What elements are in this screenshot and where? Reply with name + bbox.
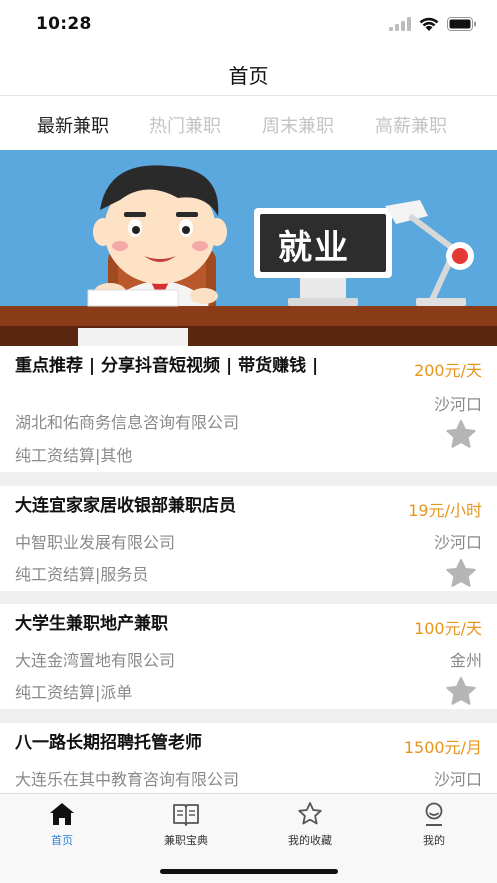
tabbar-label: 首页	[51, 834, 73, 847]
job-company: 大连金湾置地有限公司	[15, 651, 176, 670]
battery-icon	[447, 17, 476, 31]
job-location: 沙河口	[433, 770, 482, 789]
job-location: 沙河口	[433, 533, 482, 552]
page-title: 首页	[228, 64, 269, 88]
tab-weekend[interactable]: 周末兼职	[262, 112, 334, 138]
tab-hot[interactable]: 热门兼职	[149, 112, 221, 138]
job-tags: 纯工资结算|派单	[15, 683, 133, 702]
status-icons	[389, 16, 477, 32]
job-list[interactable]: 重点推荐 | 分享抖音短视频 | 带货赚钱 | 200元/天 湖北和佑商务信息咨…	[0, 346, 497, 793]
tabbar-home[interactable]: 首页	[0, 794, 124, 854]
job-company: 中智职业发展有限公司	[15, 533, 176, 552]
job-location: 金州	[449, 651, 482, 670]
wifi-icon	[419, 17, 439, 31]
favorite-star-icon[interactable]	[444, 418, 478, 452]
status-bar: 10:28	[0, 0, 497, 48]
signal-icon	[389, 17, 411, 31]
tab-latest[interactable]: 最新兼职	[37, 112, 109, 138]
job-salary: 100元/天	[414, 619, 482, 638]
tabbar-label: 我的收藏	[288, 834, 332, 847]
job-company: 湖北和佑商务信息咨询有限公司	[15, 413, 240, 432]
job-title: 大学生兼职地产兼职	[15, 614, 168, 634]
job-title: 大连宜家家居收银部兼职店员	[15, 496, 236, 516]
job-title: 重点推荐 | 分享抖音短视频 | 带货赚钱 |	[15, 356, 319, 376]
job-salary: 19元/小时	[408, 501, 482, 520]
book-icon	[173, 804, 199, 826]
tabbar-label: 兼职宝典	[164, 834, 208, 847]
job-title: 八一路长期招聘托管老师	[15, 733, 202, 753]
banner-text: 就业	[278, 228, 350, 268]
banner[interactable]: 就业	[0, 150, 497, 346]
job-salary: 200元/天	[414, 361, 482, 380]
job-salary: 1500元/月	[403, 738, 482, 757]
tabbar-handbook[interactable]: 兼职宝典	[124, 794, 248, 854]
category-tabs: 最新兼职 热门兼职 周末兼职 高薪兼职	[0, 97, 497, 149]
job-card[interactable]: 大连宜家家居收银部兼职店员 19元/小时 中智职业发展有限公司 沙河口 纯工资结…	[0, 486, 497, 591]
star-icon	[298, 802, 322, 825]
job-location: 沙河口	[433, 395, 482, 414]
favorite-star-icon[interactable]	[444, 557, 478, 591]
user-icon	[425, 802, 443, 826]
tab-high-salary[interactable]: 高薪兼职	[375, 112, 447, 138]
job-company: 大连乐在其中教育咨询有限公司	[15, 770, 240, 789]
home-indicator[interactable]	[160, 869, 338, 874]
status-time: 10:28	[36, 14, 92, 34]
tabbar-label: 我的	[423, 834, 445, 847]
favorite-star-icon[interactable]	[444, 675, 478, 709]
job-tags: 纯工资结算|其他	[15, 446, 133, 465]
nav-bar: 首页	[0, 48, 497, 96]
home-icon	[50, 803, 74, 825]
tabbar-profile[interactable]: 我的	[372, 794, 496, 854]
job-card[interactable]: 大学生兼职地产兼职 100元/天 大连金湾置地有限公司 金州 纯工资结算|派单	[0, 604, 497, 709]
banner-illustration	[0, 150, 497, 346]
job-tags: 纯工资结算|服务员	[15, 565, 149, 584]
job-card[interactable]: 重点推荐 | 分享抖音短视频 | 带货赚钱 | 200元/天 湖北和佑商务信息咨…	[0, 346, 497, 472]
tabbar-favorites[interactable]: 我的收藏	[248, 794, 372, 854]
job-card[interactable]: 八一路长期招聘托管老师 1500元/月 大连乐在其中教育咨询有限公司 沙河口	[0, 723, 497, 793]
